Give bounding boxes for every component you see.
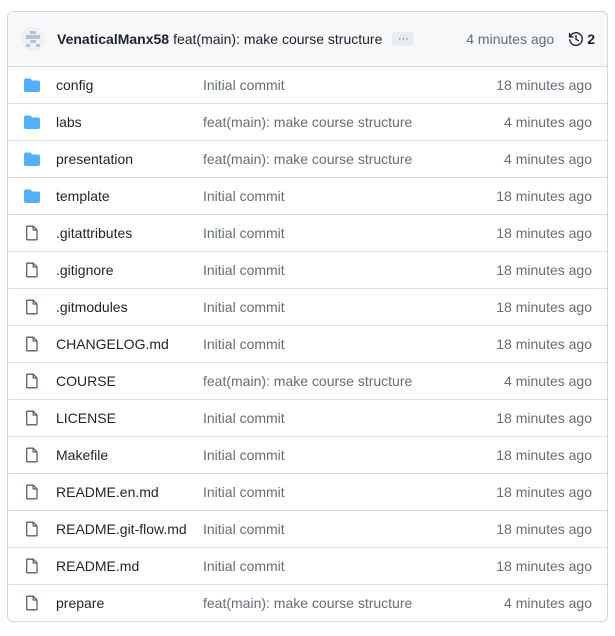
avatar[interactable] bbox=[21, 27, 45, 51]
commit-message-link[interactable]: Initial commit bbox=[203, 225, 496, 241]
file-name-link[interactable]: labs bbox=[56, 114, 203, 130]
file-icon bbox=[24, 447, 40, 463]
file-row[interactable]: presentation feat(main): make course stru… bbox=[8, 140, 607, 177]
file-row[interactable]: CHANGELOG.md Initial commit 18 minutes ago bbox=[8, 325, 607, 362]
commit-message-link[interactable]: Initial commit bbox=[203, 558, 496, 574]
file-row[interactable]: Makefile Initial commit 18 minutes ago bbox=[8, 436, 607, 473]
commit-time: 18 minutes ago bbox=[496, 336, 592, 352]
commit-history-button[interactable]: 2 bbox=[568, 31, 595, 47]
commit-message-link[interactable]: Initial commit bbox=[203, 484, 496, 500]
folder-icon bbox=[24, 188, 40, 204]
file-row[interactable]: config Initial commit 18 minutes ago bbox=[8, 67, 607, 103]
file-row[interactable]: .gitmodules Initial commit 18 minutes ago bbox=[8, 288, 607, 325]
file-row[interactable]: COURSE feat(main): make course structure 4… bbox=[8, 362, 607, 399]
file-name-link[interactable]: LICENSE bbox=[56, 410, 203, 426]
latest-commit-bar: VenaticalManx58 feat(main): make course … bbox=[8, 12, 607, 67]
file-icon bbox=[24, 521, 40, 537]
file-name-link[interactable]: COURSE bbox=[56, 373, 203, 389]
file-name-link[interactable]: .gitattributes bbox=[56, 225, 203, 241]
history-icon bbox=[569, 32, 584, 46]
file-name-link[interactable]: .gitignore bbox=[56, 262, 203, 278]
folder-icon bbox=[24, 151, 40, 167]
file-row[interactable]: .gitattributes Initial commit 18 minutes a… bbox=[8, 214, 607, 251]
file-name-link[interactable]: prepare bbox=[56, 595, 203, 611]
file-name-link[interactable]: template bbox=[56, 188, 203, 204]
file-list: config Initial commit 18 minutes ago labs fe… bbox=[8, 67, 607, 621]
file-name-link[interactable]: README.md bbox=[56, 558, 203, 574]
commit-time: 18 minutes ago bbox=[496, 521, 592, 537]
file-name-link[interactable]: CHANGELOG.md bbox=[56, 336, 203, 352]
file-browser: VenaticalManx58 feat(main): make course … bbox=[7, 11, 608, 622]
commit-message-link[interactable]: feat(main): make course structure bbox=[203, 114, 504, 130]
commit-message-link[interactable]: feat(main): make course structure bbox=[203, 151, 504, 167]
commit-time: 18 minutes ago bbox=[496, 558, 592, 574]
file-icon bbox=[24, 225, 40, 241]
file-name-link[interactable]: .gitmodules bbox=[56, 299, 203, 315]
commit-message-link[interactable]: Initial commit bbox=[203, 299, 496, 315]
file-row[interactable]: LICENSE Initial commit 18 minutes ago bbox=[8, 399, 607, 436]
file-name-link[interactable]: presentation bbox=[56, 151, 203, 167]
commit-message-link[interactable]: Initial commit bbox=[203, 521, 496, 537]
file-row[interactable]: .gitignore Initial commit 18 minutes ago bbox=[8, 251, 607, 288]
file-icon bbox=[24, 558, 40, 574]
commit-time: 4 minutes ago bbox=[504, 151, 592, 167]
file-icon bbox=[24, 373, 40, 389]
file-icon bbox=[24, 484, 40, 500]
commit-message-link[interactable]: Initial commit bbox=[203, 262, 496, 278]
file-row[interactable]: prepare feat(main): make course structure… bbox=[8, 584, 607, 621]
commit-time: 18 minutes ago bbox=[496, 484, 592, 500]
file-row[interactable]: README.git-flow.md Initial commit 18 minut… bbox=[8, 510, 607, 547]
commit-message-link[interactable]: Initial commit bbox=[203, 188, 496, 204]
commit-count: 2 bbox=[587, 31, 595, 47]
commit-message-link[interactable]: feat(main): make course structure bbox=[203, 595, 504, 611]
commit-time: 18 minutes ago bbox=[496, 225, 592, 241]
folder-icon bbox=[24, 114, 40, 130]
commit-message-link[interactable]: feat(main): make course structure bbox=[203, 373, 504, 389]
commit-message-link[interactable]: Initial commit bbox=[203, 336, 496, 352]
expand-commit-button[interactable]: ··· bbox=[392, 32, 415, 46]
commit-time[interactable]: 4 minutes ago bbox=[466, 31, 554, 47]
commit-message-link[interactable]: Initial commit bbox=[203, 447, 496, 463]
commit-message-link[interactable]: feat(main): make course structure bbox=[173, 31, 382, 47]
file-row[interactable]: README.en.md Initial commit 18 minutes ago bbox=[8, 473, 607, 510]
file-row[interactable]: README.md Initial commit 18 minutes ago bbox=[8, 547, 607, 584]
commit-time: 4 minutes ago bbox=[504, 595, 592, 611]
file-name-link[interactable]: Makefile bbox=[56, 447, 203, 463]
commit-time: 18 minutes ago bbox=[496, 447, 592, 463]
file-name-link[interactable]: config bbox=[56, 77, 203, 93]
commit-time: 18 minutes ago bbox=[496, 262, 592, 278]
commit-time: 18 minutes ago bbox=[496, 77, 592, 93]
commit-time: 18 minutes ago bbox=[496, 188, 592, 204]
file-name-link[interactable]: README.git-flow.md bbox=[56, 521, 203, 537]
folder-icon bbox=[24, 77, 40, 93]
commit-message-link[interactable]: Initial commit bbox=[203, 77, 496, 93]
commit-time: 18 minutes ago bbox=[496, 410, 592, 426]
identicon-icon bbox=[26, 31, 40, 47]
file-icon bbox=[24, 410, 40, 426]
file-row[interactable]: labs feat(main): make course structure 4 m… bbox=[8, 103, 607, 140]
commit-time: 18 minutes ago bbox=[496, 299, 592, 315]
file-row[interactable]: template Initial commit 18 minutes ago bbox=[8, 177, 607, 214]
file-icon bbox=[24, 595, 40, 611]
file-icon bbox=[24, 336, 40, 352]
commit-time: 4 minutes ago bbox=[504, 373, 592, 389]
file-icon bbox=[24, 299, 40, 315]
commit-author-link[interactable]: VenaticalManx58 bbox=[57, 31, 169, 47]
file-name-link[interactable]: README.en.md bbox=[56, 484, 203, 500]
commit-time: 4 minutes ago bbox=[504, 114, 592, 130]
file-icon bbox=[24, 262, 40, 278]
commit-message-link[interactable]: Initial commit bbox=[203, 410, 496, 426]
